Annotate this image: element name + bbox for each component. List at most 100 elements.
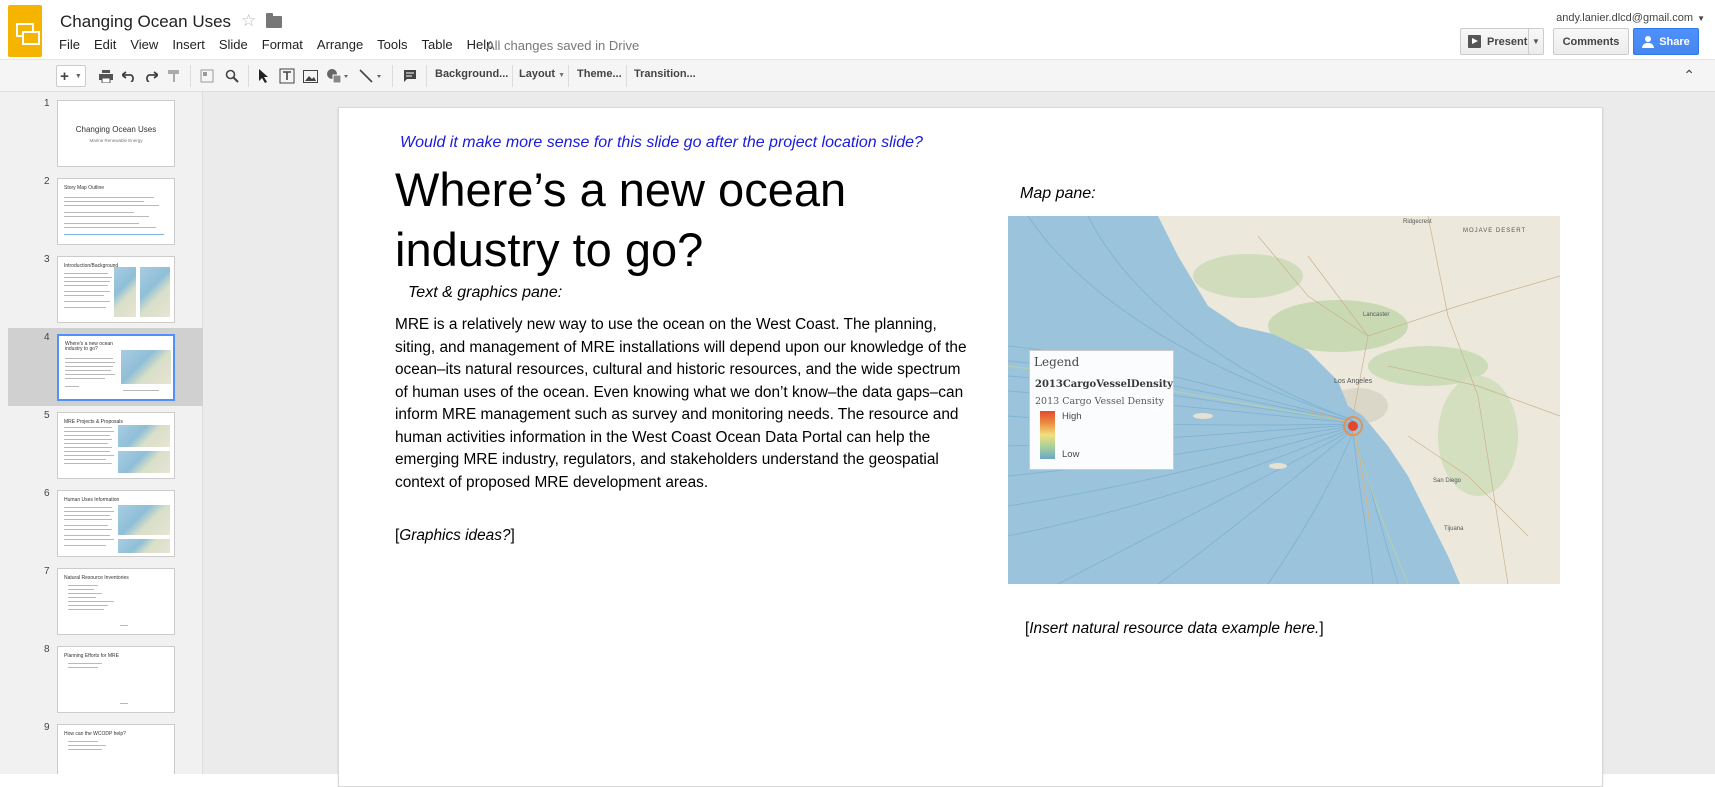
- filmstrip-slide-6[interactable]: 6 Human Uses Information: [8, 484, 203, 562]
- slide-thumbnail[interactable]: Story Map Outline: [57, 178, 175, 245]
- menu-bar: File Edit View Insert Slide Format Arran…: [59, 37, 507, 52]
- thumb-text-line: [64, 539, 114, 540]
- thumb-text-line: [64, 451, 110, 452]
- filmstrip-slide-9[interactable]: 9 How can the WCODP help?: [8, 718, 203, 774]
- map-pane-label[interactable]: Map pane:: [1020, 185, 1096, 203]
- theme-button[interactable]: Theme...: [577, 68, 622, 80]
- thumb-text-line: [64, 301, 110, 302]
- filmstrip-slide-3[interactable]: 3 Introduction/Background: [8, 250, 203, 328]
- menu-tools[interactable]: Tools: [377, 37, 415, 52]
- app-header: Changing Ocean Uses ☆ File Edit View Ins…: [0, 0, 1715, 60]
- zoom-fit-icon[interactable]: [199, 67, 215, 85]
- slide-thumbnail[interactable]: Changing Ocean Uses Marine Renewable Ene…: [57, 100, 175, 167]
- star-icon[interactable]: ☆: [241, 11, 256, 31]
- thumb-text-line: [64, 197, 154, 198]
- filmstrip-slide-2[interactable]: 2 Story Map Outline: [8, 172, 203, 250]
- user-account[interactable]: andy.lanier.dlcd@gmail.com ▼: [1556, 12, 1705, 24]
- graphics-ideas-placeholder[interactable]: [Graphics ideas?]: [395, 527, 515, 545]
- filmstrip-slide-8[interactable]: 8 Planning Efforts for MRE: [8, 640, 203, 718]
- slide-thumbnail[interactable]: Natural Resource Inventories: [57, 568, 175, 635]
- comments-button[interactable]: Comments: [1553, 28, 1629, 55]
- slide-thumbnail[interactable]: Where's a new ocean industry to go?: [57, 334, 175, 401]
- present-dropdown-button[interactable]: ▼: [1528, 28, 1544, 55]
- thumb-text-line: [64, 285, 108, 286]
- slide-canvas[interactable]: Would it make more sense for this slide …: [203, 92, 1715, 787]
- comment-icon[interactable]: [402, 67, 418, 85]
- shape-icon[interactable]: [324, 67, 350, 85]
- collapse-toolbar-icon[interactable]: ⌃: [1683, 67, 1695, 84]
- image-icon[interactable]: [302, 67, 318, 85]
- thumb-text-line: [64, 545, 106, 546]
- new-slide-button[interactable]: + ▼: [56, 65, 86, 87]
- graphics-ideas-text: Graphics ideas?: [399, 527, 511, 544]
- legend-subtitle: 2013 Cargo Vessel Density: [1035, 396, 1164, 407]
- user-email: andy.lanier.dlcd@gmail.com: [1556, 12, 1694, 24]
- map-legend: Legend 2013CargoVesselDensity 2013 Cargo…: [1029, 350, 1174, 470]
- slides-logo-icon[interactable]: [8, 5, 42, 57]
- thumb-text-line: [64, 435, 110, 436]
- thumb-title: How can the WCODP help?: [64, 731, 126, 737]
- filmstrip-slide-5[interactable]: 5 MRE Projects & Proposals: [8, 406, 203, 484]
- folder-icon[interactable]: [266, 13, 282, 28]
- menu-arrange[interactable]: Arrange: [317, 37, 371, 52]
- share-button[interactable]: Share: [1633, 28, 1699, 55]
- slide-number: 6: [44, 488, 50, 499]
- select-cursor-icon[interactable]: [256, 67, 272, 85]
- thumb-map: [118, 505, 170, 535]
- slide-body-text[interactable]: MRE is a relatively new way to use the o…: [395, 314, 975, 494]
- print-icon[interactable]: [98, 67, 114, 85]
- map-label-tijuana: Tijuana: [1444, 526, 1464, 532]
- slide-thumbnail[interactable]: How can the WCODP help?: [57, 724, 175, 774]
- slide-thumbnail[interactable]: Human Uses Information: [57, 490, 175, 557]
- menu-format[interactable]: Format: [262, 37, 311, 52]
- thumb-title: Human Uses Information: [64, 497, 120, 503]
- menu-table[interactable]: Table: [422, 37, 461, 52]
- menu-edit[interactable]: Edit: [94, 37, 124, 52]
- slide-heading[interactable]: Where’s a new ocean industry to go?: [395, 160, 935, 280]
- line-icon[interactable]: [358, 67, 384, 85]
- thumb-text-line: [68, 667, 98, 668]
- thumb-text-line: [64, 529, 112, 530]
- thumb-title: Planning Efforts for MRE: [64, 653, 119, 659]
- filmstrip-slide-4[interactable]: 4 Where's a new ocean industry to go?: [8, 328, 203, 406]
- toolbar-separator: [248, 65, 249, 87]
- cargo-vessel-density-map[interactable]: MOJAVE DESERT Ridgecrest Lancaster Los A…: [1008, 216, 1560, 584]
- slide-page[interactable]: Would it make more sense for this slide …: [338, 107, 1603, 787]
- text-box-icon[interactable]: [279, 67, 295, 85]
- slide-comment-text[interactable]: Would it make more sense for this slide …: [400, 134, 923, 152]
- toolbar-separator: [568, 65, 569, 87]
- thumb-text-line: [64, 431, 114, 432]
- thumb-text-line: [64, 507, 112, 508]
- map-label-desert: MOJAVE DESERT: [1463, 228, 1527, 234]
- slide-thumbnail[interactable]: Planning Efforts for MRE: [57, 646, 175, 713]
- legend-layer-name: 2013CargoVesselDensity: [1035, 379, 1173, 390]
- slide-thumbnail[interactable]: MRE Projects & Proposals: [57, 412, 175, 479]
- slide-number: 1: [44, 98, 50, 109]
- zoom-icon[interactable]: [224, 67, 240, 85]
- undo-icon[interactable]: [121, 67, 137, 85]
- thumb-title: Where's a new ocean industry to go?: [65, 341, 113, 352]
- insert-data-placeholder[interactable]: [Insert natural resource data example he…: [1025, 620, 1324, 638]
- background-button[interactable]: Background...: [435, 68, 508, 80]
- thumb-text-line: [64, 459, 106, 460]
- thumb-text-line: [64, 307, 106, 308]
- slide-number: 4: [44, 332, 50, 343]
- menu-file[interactable]: File: [59, 37, 88, 52]
- filmstrip-slide-7[interactable]: 7 Natural Resource Inventories: [8, 562, 203, 640]
- thumb-text-line: [65, 370, 111, 371]
- slide-thumbnail[interactable]: Introduction/Background: [57, 256, 175, 323]
- menu-view[interactable]: View: [130, 37, 166, 52]
- play-icon: [1468, 35, 1481, 48]
- slide-filmstrip[interactable]: 1 Changing Ocean Uses Marine Renewable E…: [0, 92, 203, 774]
- thumb-text-line: [68, 609, 104, 610]
- bracket-close: ]: [1319, 620, 1324, 637]
- menu-slide[interactable]: Slide: [219, 37, 256, 52]
- menu-insert[interactable]: Insert: [172, 37, 213, 52]
- filmstrip-slide-1[interactable]: 1 Changing Ocean Uses Marine Renewable E…: [8, 94, 203, 172]
- paint-format-icon[interactable]: [166, 67, 182, 85]
- layout-button[interactable]: Layout ▼: [519, 68, 565, 80]
- redo-icon[interactable]: [143, 67, 159, 85]
- text-pane-label[interactable]: Text & graphics pane:: [408, 284, 562, 302]
- document-title[interactable]: Changing Ocean Uses: [60, 12, 231, 32]
- transition-button[interactable]: Transition...: [634, 68, 696, 80]
